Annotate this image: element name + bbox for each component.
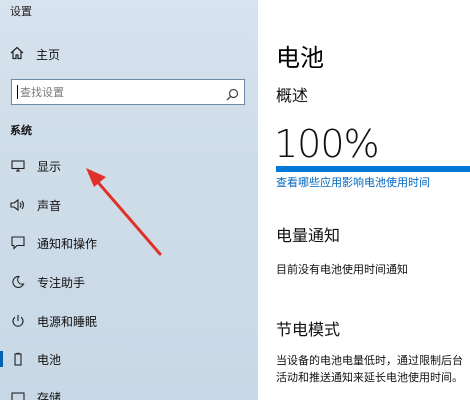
battery-saver-heading: 节电模式 [276, 320, 341, 339]
page-title: 电池 [276, 44, 324, 72]
home-nav-item[interactable]: 主页 [10, 44, 60, 64]
sidebar: 设置 主页 查找设置 系统 显示 声音 通知和操作 专注助手 电源和睡眠 电池 … [0, 0, 258, 400]
battery-level-bar [276, 166, 470, 172]
battery-percentage: 100% [274, 122, 380, 166]
text-cursor [17, 85, 18, 99]
notification-icon [10, 235, 26, 251]
battery-usage-link[interactable]: 查看哪些应用影响电池使用时间 [276, 174, 430, 190]
sidebar-item-focus-assist[interactable]: 专注助手 [0, 271, 258, 293]
power-icon [10, 313, 26, 329]
monitor-icon [10, 158, 26, 174]
home-icon [10, 45, 24, 64]
sidebar-item-label: 显示 [37, 159, 62, 174]
search-box[interactable]: 查找设置 [11, 79, 245, 105]
home-label: 主页 [36, 47, 61, 62]
sidebar-item-label: 声音 [37, 198, 62, 213]
search-input[interactable]: 查找设置 [20, 84, 64, 100]
sidebar-item-notifications[interactable]: 通知和操作 [0, 232, 258, 254]
sidebar-item-label: 电池 [37, 352, 62, 367]
speaker-icon [10, 197, 26, 213]
battery-saver-description: 当设备的电池电量低时，通过限制后台活动和推送通知来延长电池使用时间。 [276, 354, 463, 384]
moon-icon [10, 274, 26, 290]
sidebar-item-label: 存储 [37, 390, 62, 400]
overview-heading: 概述 [276, 86, 309, 105]
battery-icon [10, 351, 26, 367]
section-label-system: 系统 [10, 124, 32, 137]
sidebar-item-label: 电源和睡眠 [37, 314, 98, 329]
sidebar-item-label: 通知和操作 [37, 236, 98, 251]
window-title: 设置 [10, 5, 32, 18]
sidebar-item-battery[interactable]: 电池 [0, 348, 258, 370]
active-indicator [0, 351, 3, 367]
notification-text: 目前没有电池使用时间通知 [276, 263, 408, 276]
storage-icon [10, 389, 26, 400]
sidebar-item-sound[interactable]: 声音 [0, 194, 258, 216]
notification-heading: 电量通知 [276, 226, 341, 245]
search-icon[interactable] [226, 86, 239, 105]
sidebar-item-power-sleep[interactable]: 电源和睡眠 [0, 310, 258, 332]
sidebar-item-storage[interactable]: 存储 [0, 386, 258, 400]
battery-page: 电池 概述 100% 查看哪些应用影响电池使用时间 电量通知 目前没有电池使用时… [258, 0, 470, 400]
sidebar-item-label: 专注助手 [37, 275, 86, 290]
sidebar-item-display[interactable]: 显示 [0, 155, 258, 177]
